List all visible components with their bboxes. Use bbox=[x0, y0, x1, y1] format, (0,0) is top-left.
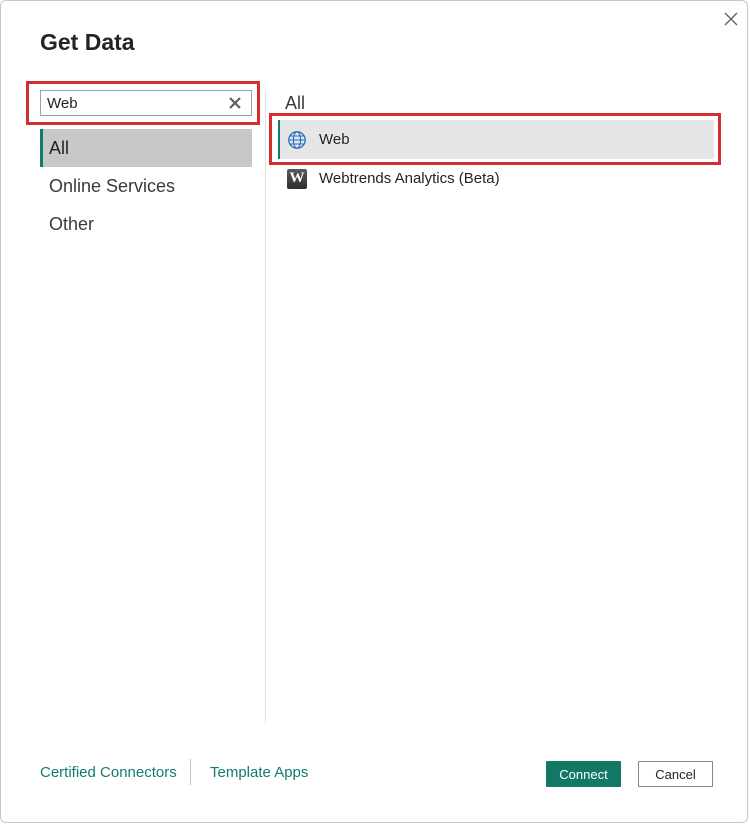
connect-button[interactable]: Connect bbox=[546, 761, 621, 787]
category-label: Other bbox=[49, 213, 95, 234]
category-label: All bbox=[49, 137, 70, 158]
dialog-title: Get Data bbox=[40, 29, 135, 55]
close-icon bbox=[724, 12, 738, 26]
category-list: All Online Services Other bbox=[40, 129, 252, 243]
template-apps-link[interactable]: Template Apps bbox=[210, 764, 308, 781]
category-all[interactable]: All bbox=[40, 129, 252, 167]
search-highlight-box bbox=[26, 81, 260, 125]
get-data-dialog: Get Data All Online Services Other All bbox=[0, 0, 748, 823]
result-web[interactable]: Web bbox=[278, 120, 714, 159]
result-label: Webtrends Analytics (Beta) bbox=[319, 170, 500, 187]
results-heading: All bbox=[285, 93, 306, 113]
category-label: Online Services bbox=[49, 175, 176, 196]
results-list: Web W Webtrends Analytics (Beta) bbox=[278, 120, 714, 198]
panel-divider bbox=[265, 91, 266, 723]
result-webtrends-analytics[interactable]: W Webtrends Analytics (Beta) bbox=[278, 159, 714, 198]
category-online-services[interactable]: Online Services bbox=[40, 167, 252, 205]
close-button[interactable] bbox=[719, 7, 743, 31]
cancel-button[interactable]: Cancel bbox=[638, 761, 713, 787]
certified-connectors-link[interactable]: Certified Connectors bbox=[40, 764, 177, 781]
webtrends-icon: W bbox=[286, 168, 308, 190]
result-label: Web bbox=[319, 131, 350, 148]
globe-icon bbox=[286, 129, 308, 151]
category-other[interactable]: Other bbox=[40, 205, 252, 243]
footer-divider bbox=[190, 759, 191, 785]
